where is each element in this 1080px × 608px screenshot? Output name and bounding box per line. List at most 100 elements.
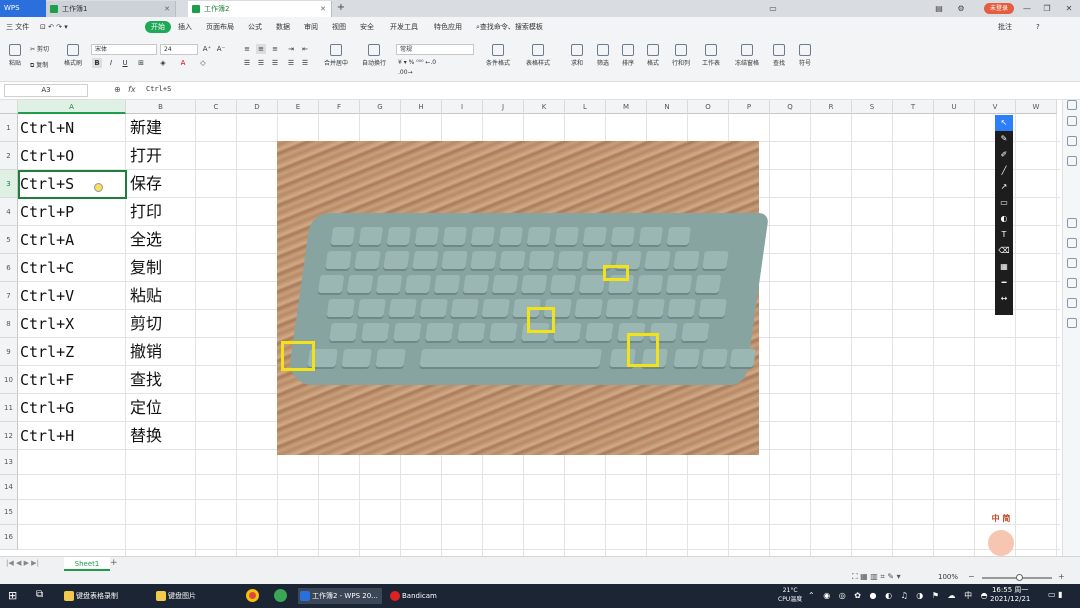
close-tab-icon[interactable]: ✕	[164, 1, 170, 17]
table-style-button[interactable]: 表格样式	[520, 44, 556, 67]
currency-percent-icons[interactable]: ¥ ▾ % ⁰⁰⁰ ←.0 .00→	[398, 58, 448, 76]
new-tab-button[interactable]: +	[334, 0, 348, 17]
sidebar-chart-icon[interactable]	[1067, 238, 1077, 248]
fill-color-icon[interactable]: ◈	[158, 58, 168, 68]
weather-widget[interactable]: 21°C CPU温度	[778, 586, 802, 604]
cell-b7[interactable]: 粘贴	[130, 282, 162, 310]
row-header-13[interactable]: 13	[0, 450, 18, 475]
cell-a9[interactable]: Ctrl+Z	[20, 338, 74, 366]
column-header-b[interactable]: B	[126, 100, 196, 114]
find-button[interactable]: 查找	[768, 44, 790, 67]
border-icon[interactable]: ⊞	[136, 58, 146, 68]
cell-b11[interactable]: 定位	[130, 394, 162, 422]
row-header-1[interactable]: 1	[0, 114, 18, 142]
taskbar-item-folder1[interactable]: 键盘表格录制	[62, 588, 146, 604]
rectangle-icon[interactable]: ▭	[995, 195, 1013, 211]
align-right-icon[interactable]: ☰	[270, 58, 280, 68]
palette-icon[interactable]: ◐	[995, 211, 1013, 227]
spreadsheet-grid[interactable]: ABCDEFGHIJKLMNOPQRSTUVW 1 2 3 4 5 6 7 8 9 10 11 12 1…	[0, 100, 1060, 560]
help-button[interactable]: ?	[1036, 21, 1040, 33]
sheet-nav-icons[interactable]: |◀ ◀ ▶ ▶|	[6, 559, 39, 567]
grow-font-icon[interactable]: A⁺	[202, 44, 212, 54]
taskbar-item-wps[interactable]: 工作簿2 - WPS 20...	[298, 588, 382, 604]
sidebar-image-icon[interactable]	[1067, 258, 1077, 268]
skin-icon[interactable]: ▤	[930, 0, 948, 17]
column-header-a[interactable]: A	[18, 100, 126, 114]
merge-center-button[interactable]: 合并居中	[318, 44, 354, 67]
cell-a5[interactable]: Ctrl+A	[20, 226, 74, 254]
taskbar-item-bandicam[interactable]: Bandicam	[388, 588, 472, 604]
cell-a2[interactable]: Ctrl+O	[20, 142, 74, 170]
row-header-4[interactable]: 4	[0, 198, 18, 226]
thickness-icon[interactable]: ━	[995, 275, 1013, 291]
marker-icon[interactable]: ✐	[995, 147, 1013, 163]
cell-a7[interactable]: Ctrl+V	[20, 282, 74, 310]
row-header-14[interactable]: 14	[0, 475, 18, 500]
cell-b9[interactable]: 撤销	[130, 338, 162, 366]
column-header-d[interactable]: D	[237, 100, 278, 114]
column-header-v[interactable]: V	[975, 100, 1016, 114]
search-command[interactable]: ⌕查找命令、搜索模板	[476, 21, 543, 33]
row-header-12[interactable]: 12	[0, 422, 18, 450]
cell-b2[interactable]: 打开	[130, 142, 162, 170]
menu-security[interactable]: 安全	[360, 21, 374, 33]
undo-redo-icons[interactable]: ⊡ ↶ ↷ ▾	[40, 21, 68, 33]
distribute-icon[interactable]: ☰	[300, 58, 310, 68]
column-header-l[interactable]: L	[565, 100, 606, 114]
keyboard-photo[interactable]	[277, 141, 770, 455]
file-menu[interactable]: 三 文件	[6, 21, 29, 33]
close-tab-icon[interactable]: ✕	[320, 1, 326, 17]
fx-icon[interactable]: fx	[128, 85, 136, 94]
align-bottom-icon[interactable]: ≡	[270, 44, 280, 54]
row-header-8[interactable]: 8	[0, 310, 18, 338]
zoom-in-icon[interactable]: +	[1058, 572, 1065, 581]
outdent-icon[interactable]: ⇤	[300, 44, 310, 54]
zoom-formula-icon[interactable]: ⊕	[114, 85, 121, 94]
copy-button[interactable]: ⧉ 复制	[30, 60, 60, 70]
column-header-q[interactable]: Q	[770, 100, 811, 114]
sidebar-help-icon[interactable]	[1067, 318, 1077, 328]
row-header-11[interactable]: 11	[0, 394, 18, 422]
font-size-select[interactable]: 24	[160, 44, 198, 55]
wps-home-button[interactable]: WPS	[0, 0, 46, 17]
italic-button[interactable]: I	[106, 58, 116, 68]
zoom-out-icon[interactable]: −	[968, 572, 975, 581]
sidebar-share-icon[interactable]	[1067, 298, 1077, 308]
minimize-button[interactable]: —	[1018, 0, 1036, 17]
eraser-tool-icon[interactable]: ⌫	[995, 243, 1013, 259]
menu-start[interactable]: 开始	[145, 21, 171, 33]
cell-a1[interactable]: Ctrl+N	[20, 114, 74, 142]
freeze-panes-button[interactable]: 冻结窗格	[730, 44, 764, 67]
menu-formula[interactable]: 公式	[248, 21, 262, 33]
menu-review[interactable]: 审阅	[304, 21, 318, 33]
tray-icons[interactable]: ⌃ ◉ ◎ ✿ ● ◐ ♫ ◑ ⚑ ☁ 中 ◓	[808, 590, 991, 601]
column-header-j[interactable]: J	[483, 100, 524, 114]
wechat-icon[interactable]	[274, 589, 287, 602]
line-icon[interactable]: ╱	[995, 163, 1013, 179]
windows-start-icon[interactable]: ⊞	[8, 589, 17, 602]
underline-button[interactable]: U	[120, 58, 130, 68]
zoom-slider-knob[interactable]	[1016, 574, 1023, 581]
notification-icon[interactable]: ▭ ▮	[1048, 590, 1063, 599]
cell-a6[interactable]: Ctrl+C	[20, 254, 74, 282]
menu-page-layout[interactable]: 页面布局	[206, 21, 234, 33]
system-clock[interactable]: 16:55 周一 2021/12/21	[990, 586, 1030, 604]
filter-button[interactable]: 筛选	[592, 44, 614, 67]
column-header-u[interactable]: U	[934, 100, 975, 114]
column-header-s[interactable]: S	[852, 100, 893, 114]
cell-b5[interactable]: 全选	[130, 226, 162, 254]
column-header-o[interactable]: O	[688, 100, 729, 114]
row-header-16[interactable]: 16	[0, 525, 18, 550]
column-header-k[interactable]: K	[524, 100, 565, 114]
column-header-w[interactable]: W	[1016, 100, 1057, 114]
add-sheet-button[interactable]: +	[110, 558, 118, 568]
shrink-font-icon[interactable]: A⁻	[216, 44, 226, 54]
cell-b3[interactable]: 保存	[130, 170, 162, 198]
checker-icon[interactable]: ▦	[995, 259, 1013, 275]
sort-button[interactable]: 排序	[617, 44, 639, 67]
row-header-5[interactable]: 5	[0, 226, 18, 254]
row-header-10[interactable]: 10	[0, 366, 18, 394]
sidebar-backup-icon[interactable]	[1067, 278, 1077, 288]
cell-b4[interactable]: 打印	[130, 198, 162, 226]
paste-button[interactable]: 粘贴	[4, 44, 26, 67]
